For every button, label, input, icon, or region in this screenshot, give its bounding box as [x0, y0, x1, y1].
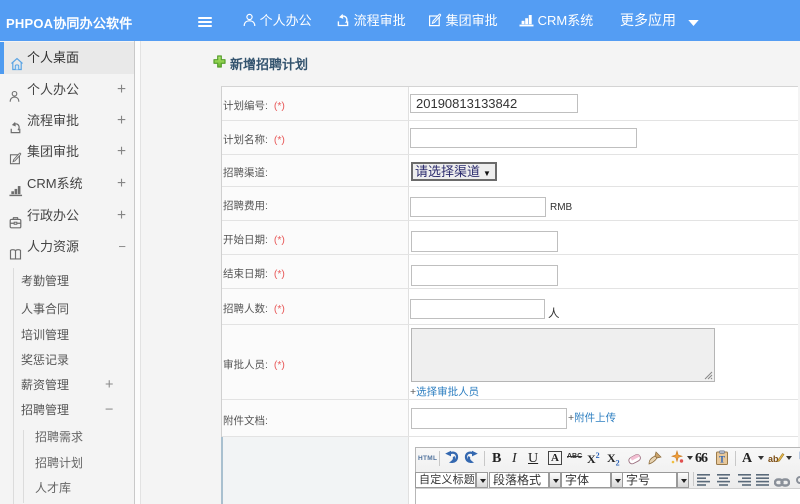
svg-text:T: T: [719, 455, 725, 465]
svg-text:ab: ab: [768, 454, 779, 464]
